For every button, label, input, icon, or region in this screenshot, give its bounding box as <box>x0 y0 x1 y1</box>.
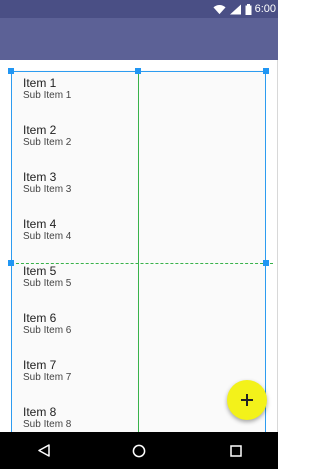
list-item[interactable]: Item 2 Sub Item 2 <box>23 123 253 163</box>
list-item-subtitle: Sub Item 3 <box>23 184 72 195</box>
recents-icon <box>230 444 242 457</box>
plus-icon <box>241 394 253 406</box>
home-button[interactable] <box>119 432 159 469</box>
back-button[interactable] <box>24 432 64 469</box>
list-item-title: Item 3 <box>23 170 57 184</box>
device-screen: 6:00 Item 1 Sub Item 1 Item 2 Sub Item 2… <box>0 0 278 469</box>
list-item[interactable]: Item 6 Sub Item 6 <box>23 311 253 351</box>
content-area: Item 1 Sub Item 1 Item 2 Sub Item 2 Item… <box>0 60 278 458</box>
list-item[interactable]: Item 1 Sub Item 1 <box>23 76 253 116</box>
list-item-subtitle: Sub Item 2 <box>23 137 72 148</box>
list-item-subtitle: Sub Item 7 <box>23 372 72 383</box>
list-item-title: Item 5 <box>23 264 57 278</box>
list-item-subtitle: Sub Item 4 <box>23 231 72 242</box>
list-item-title: Item 1 <box>23 76 57 90</box>
list-item-title: Item 7 <box>23 358 57 372</box>
list-item[interactable]: Item 4 Sub Item 4 <box>23 217 253 257</box>
add-fab-button[interactable] <box>227 380 267 420</box>
wifi-icon <box>213 4 226 14</box>
app-bar <box>0 18 278 60</box>
list-item-title: Item 2 <box>23 123 57 137</box>
list-item-subtitle: Sub Item 1 <box>23 90 72 101</box>
list-item[interactable]: Item 3 Sub Item 3 <box>23 170 253 210</box>
list-item-subtitle: Sub Item 8 <box>23 419 72 430</box>
list-item-subtitle: Sub Item 6 <box>23 325 72 336</box>
list-item-subtitle: Sub Item 5 <box>23 278 72 289</box>
list-item-title: Item 4 <box>23 217 57 231</box>
status-icons: 6:00 <box>213 1 276 17</box>
recents-button[interactable] <box>216 432 256 469</box>
battery-icon <box>245 3 252 15</box>
signal-icon <box>229 4 241 14</box>
back-icon <box>38 444 50 457</box>
home-icon <box>132 444 146 457</box>
list-item[interactable]: Item 7 Sub Item 7 <box>23 358 253 398</box>
navigation-bar <box>0 432 278 469</box>
list-item-title: Item 6 <box>23 311 57 325</box>
status-time: 6:00 <box>254 3 276 15</box>
list-item-title: Item 8 <box>23 405 57 419</box>
list-item[interactable]: Item 5 Sub Item 5 <box>23 264 253 304</box>
status-bar: 6:00 <box>0 0 278 18</box>
